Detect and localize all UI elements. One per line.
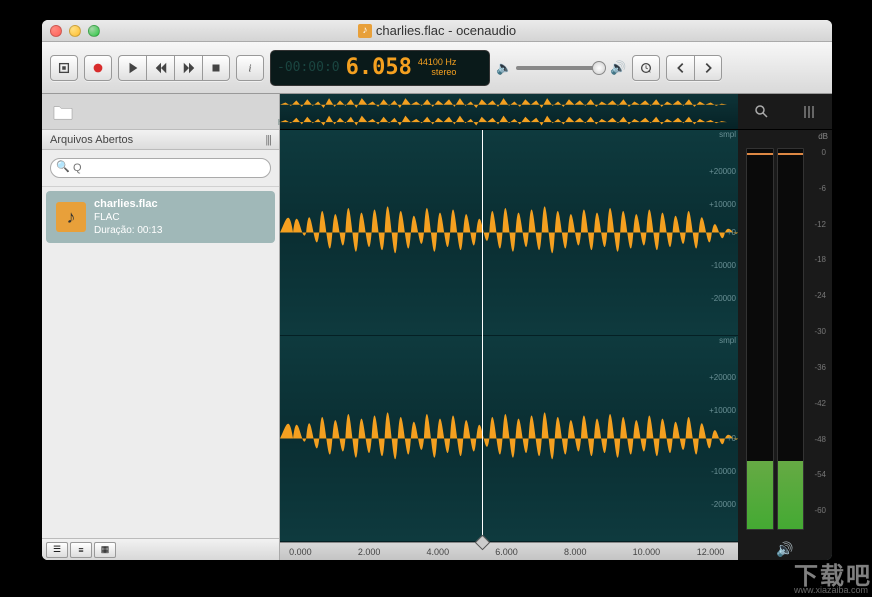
- nav-group: [666, 55, 722, 81]
- file-format: FLAC: [94, 211, 162, 224]
- file-name: charlies.flac: [94, 197, 162, 211]
- volume-thumb[interactable]: [592, 61, 606, 75]
- toolbar: i -00:00:0 6.058 44100 Hz stereo hrminse…: [42, 42, 832, 94]
- rewind-button[interactable]: [146, 55, 174, 81]
- volume-slider[interactable]: [516, 66, 606, 70]
- sidebar-folder-button[interactable]: [42, 94, 279, 130]
- window-title: ♪ charlies.flac - ocenaudio: [100, 23, 774, 38]
- wave-right: [280, 336, 738, 541]
- app-window: ♪ charlies.flac - ocenaudio i -00:00:0 6…: [42, 20, 832, 560]
- volume-control: 🔈 🔊: [496, 60, 626, 76]
- history-button[interactable]: [632, 55, 660, 81]
- sidebar-section-header: Arquivos Abertos |||: [42, 130, 279, 150]
- waveform-main: smpl +20000 +10000 +0 -10000 -20000: [280, 94, 738, 560]
- nav-forward-button[interactable]: [694, 55, 722, 81]
- nav-back-button[interactable]: [666, 55, 694, 81]
- time-ruler[interactable]: 0.000 2.000 4.000 6.000 8.000 10.000 12.…: [280, 542, 738, 560]
- main-body: Arquivos Abertos ||| ♪ charlies.flac FLA…: [42, 94, 832, 560]
- file-list-item[interactable]: ♪ charlies.flac FLAC Duração: 00:13: [46, 191, 275, 243]
- sidebar-search: [42, 150, 279, 187]
- search-input[interactable]: [50, 158, 271, 178]
- info-button[interactable]: i: [236, 55, 264, 81]
- speaker-high-icon: 🔊: [610, 60, 626, 76]
- file-type-icon: ♪: [358, 24, 372, 38]
- svg-text:i: i: [249, 63, 252, 74]
- stop-button[interactable]: [202, 55, 230, 81]
- watermark-url: www.xiazaiba.com: [794, 585, 868, 595]
- timecode-format: 44100 Hz stereo: [418, 58, 457, 78]
- transport-group: [118, 55, 230, 81]
- audio-file-icon: ♪: [56, 202, 86, 232]
- waveform-area: smpl +20000 +10000 +0 -10000 -20000: [280, 94, 832, 560]
- channel-left[interactable]: smpl +20000 +10000 +0 -10000 -20000: [280, 130, 738, 336]
- wave-left: [280, 130, 738, 335]
- window-title-text: charlies.flac - ocenaudio: [376, 23, 516, 38]
- minimize-button[interactable]: [69, 25, 81, 37]
- file-duration: Duração: 00:13: [94, 224, 162, 237]
- channel-right[interactable]: smpl +20000 +10000 +0 -10000 -20000: [280, 336, 738, 542]
- record-button[interactable]: [84, 55, 112, 81]
- meter-body: dB 0 -6 -12 -18 -24 -30 -36 -42 -: [738, 130, 832, 538]
- file-meta: charlies.flac FLAC Duração: 00:13: [94, 197, 162, 237]
- file-list[interactable]: ♪ charlies.flac FLAC Duração: 00:13: [42, 187, 279, 538]
- timecode-main: 6.058: [346, 55, 412, 80]
- sidebar-header-label: Arquivos Abertos: [50, 134, 133, 146]
- meter-bars: [742, 136, 808, 534]
- traffic-lights: [50, 25, 100, 37]
- meter-toolbar: [738, 94, 832, 130]
- meter-scale: 0 -6 -12 -18 -24 -30 -36 -42 -48 -54 -60: [810, 136, 828, 534]
- view-list-button[interactable]: ☰: [46, 542, 68, 558]
- meter-settings-icon[interactable]: [801, 104, 817, 120]
- speaker-low-icon: 🔈: [496, 60, 512, 76]
- sidebar: Arquivos Abertos ||| ♪ charlies.flac FLA…: [42, 94, 280, 560]
- waveform-overview[interactable]: [280, 94, 738, 130]
- playhead-cursor[interactable]: [482, 130, 483, 542]
- timecode-negative: -00:00:0: [277, 60, 340, 75]
- timecode-display[interactable]: -00:00:0 6.058 44100 Hz stereo: [270, 50, 490, 86]
- overview-wave: [280, 96, 738, 130]
- view-grid-button[interactable]: ▦: [94, 542, 116, 558]
- sidebar-footer: ☰ ≡ ▦: [42, 538, 279, 560]
- zoom-button[interactable]: [88, 25, 100, 37]
- view-compact-button[interactable]: ≡: [70, 542, 92, 558]
- play-button[interactable]: [118, 55, 146, 81]
- close-button[interactable]: [50, 25, 62, 37]
- sidebar-columns-icon[interactable]: |||: [265, 134, 271, 146]
- titlebar[interactable]: ♪ charlies.flac - ocenaudio: [42, 20, 832, 42]
- level-meters: dB 0 -6 -12 -18 -24 -30 -36 -42 -: [738, 94, 832, 560]
- meter-bar-right: [777, 148, 805, 530]
- stop-return-button[interactable]: [50, 55, 78, 81]
- meter-bar-left: [746, 148, 774, 530]
- zoom-icon[interactable]: [754, 104, 770, 120]
- forward-button[interactable]: [174, 55, 202, 81]
- waveform-channels[interactable]: smpl +20000 +10000 +0 -10000 -20000: [280, 130, 738, 542]
